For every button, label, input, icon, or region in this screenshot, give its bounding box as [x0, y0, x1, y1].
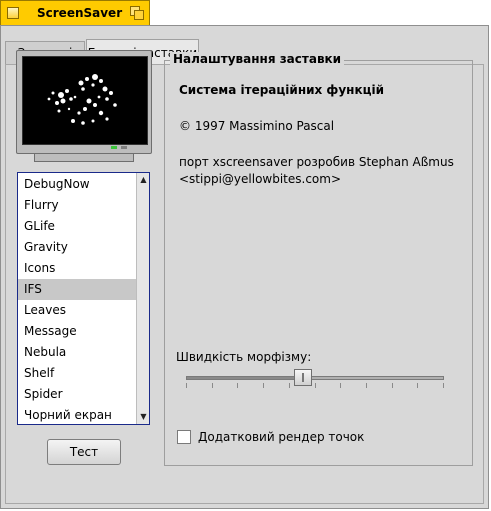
zoom-icon-front: [134, 10, 144, 20]
ifs-preview-image: [47, 74, 117, 125]
slider-tick: [263, 383, 264, 388]
slider-tick: [315, 383, 316, 388]
extra-render-checkbox[interactable]: [177, 430, 191, 444]
zoom-icon[interactable]: [130, 6, 144, 20]
list-item[interactable]: Leaves: [18, 300, 136, 321]
monitor-stand: [34, 154, 134, 162]
screensaver-list[interactable]: DebugNow Flurry GLife Gravity Icons IFS Leaves…: [17, 172, 150, 425]
preview-screen: [22, 56, 148, 145]
list-item[interactable]: Nebula: [18, 342, 136, 363]
speed-slider-thumb[interactable]: [294, 369, 312, 386]
module-title: Система ітераційних функцій: [179, 83, 385, 97]
slider-tick: [237, 383, 238, 388]
close-icon[interactable]: [7, 7, 19, 19]
monitor-power-led: [111, 146, 117, 149]
speed-label: Швидкість морфізму:: [176, 350, 312, 364]
list-item[interactable]: Чорний екран: [18, 405, 136, 424]
extra-render-label[interactable]: Додатковий рендер точок: [198, 430, 364, 444]
speed-slider-ticks: [186, 383, 444, 389]
module-port-credit: порт xscreensaver розробив Stephan Aßmus: [179, 155, 454, 169]
scroll-down-icon[interactable]: ▼: [137, 410, 149, 424]
list-item[interactable]: IFS: [18, 279, 136, 300]
list-item[interactable]: Message: [18, 321, 136, 342]
module-port-email: <stippi@yellowbites.com>: [179, 172, 342, 186]
slider-tick: [417, 383, 418, 388]
list-item[interactable]: GLife: [18, 216, 136, 237]
list-item[interactable]: DebugNow: [18, 174, 136, 195]
window-title-tab[interactable]: ScreenSaver: [0, 0, 150, 26]
slider-tick: [186, 383, 187, 388]
slider-tick: [366, 383, 367, 388]
window-title: ScreenSaver: [37, 6, 123, 20]
slider-tick: [443, 383, 444, 388]
list-item[interactable]: Shelf: [18, 363, 136, 384]
slider-tick: [392, 383, 393, 388]
settings-legend: Налаштування заставки: [170, 52, 345, 66]
list-scrollbar[interactable]: ▲ ▼: [136, 173, 149, 424]
list-item[interactable]: Gravity: [18, 237, 136, 258]
list-item[interactable]: Spider: [18, 384, 136, 405]
scroll-up-icon[interactable]: ▲: [137, 173, 149, 187]
module-copyright: © 1997 Massimino Pascal: [179, 119, 335, 133]
speed-slider-track[interactable]: [186, 376, 444, 380]
slider-tick: [340, 383, 341, 388]
list-item[interactable]: Flurry: [18, 195, 136, 216]
list-item[interactable]: Icons: [18, 258, 136, 279]
slider-tick: [212, 383, 213, 388]
slider-tick: [289, 383, 290, 388]
speed-slider-fill: [187, 377, 302, 379]
preview-monitor: [16, 50, 152, 154]
monitor-status-led: [121, 146, 127, 149]
test-button[interactable]: Тест: [47, 439, 121, 465]
